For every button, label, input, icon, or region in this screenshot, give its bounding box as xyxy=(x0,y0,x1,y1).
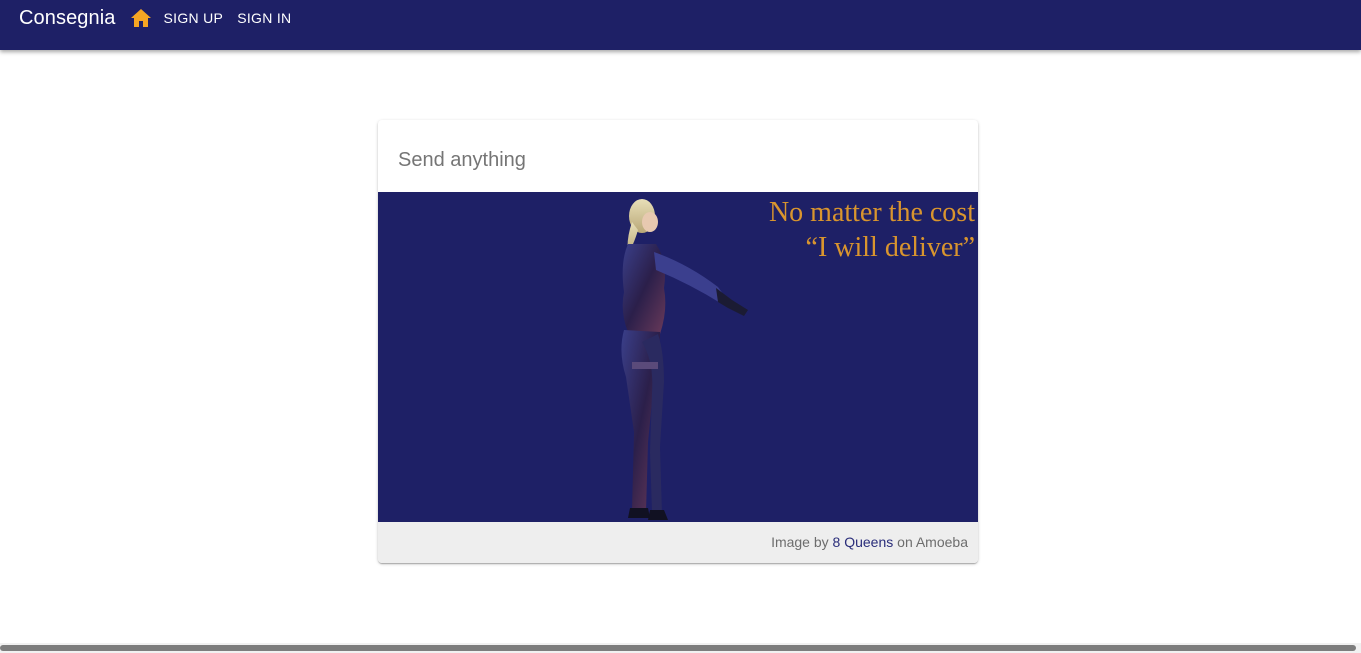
sign-up-button[interactable]: SIGN UP xyxy=(164,7,224,29)
horizontal-scrollbar[interactable] xyxy=(0,643,1361,653)
app-bar: Consegnia SIGN UP SIGN IN xyxy=(0,0,1361,50)
hero-slogan: No matter the cost “I will deliver” xyxy=(769,195,975,265)
scrollbar-thumb[interactable] xyxy=(0,645,1356,651)
credit-suffix: on Amoeba xyxy=(897,534,968,550)
card-title: Send anything xyxy=(398,149,526,171)
sign-in-button[interactable]: SIGN IN xyxy=(237,7,291,29)
image-credit: Image by 8 Queens on Amoeba xyxy=(378,522,978,563)
hero-slogan-line2: “I will deliver” xyxy=(805,232,975,263)
promo-card: Send anything No matter the cost “I will… xyxy=(378,120,978,563)
character-figure xyxy=(621,199,748,520)
hero-image: No matter the cost “I will deliver” xyxy=(378,192,978,522)
home-icon[interactable] xyxy=(130,8,152,28)
brand-title[interactable]: Consegnia xyxy=(19,7,116,29)
credit-prefix: Image by xyxy=(771,534,829,550)
credit-author-link[interactable]: 8 Queens xyxy=(833,534,894,550)
hero-slogan-line1: No matter the cost xyxy=(768,197,975,228)
